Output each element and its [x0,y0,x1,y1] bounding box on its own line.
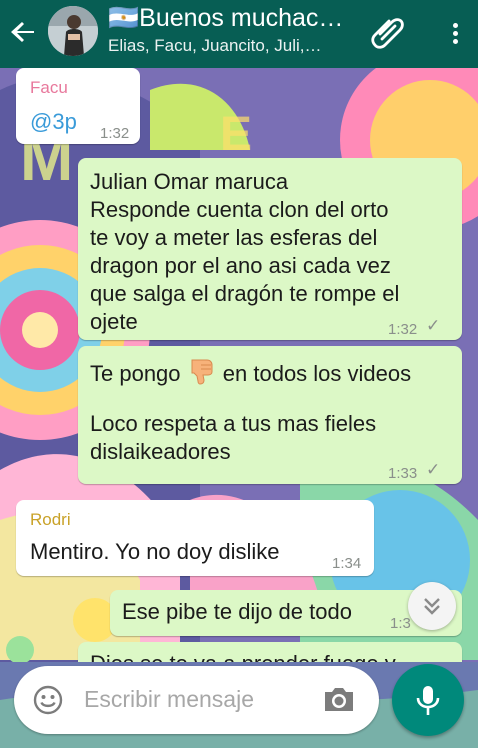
incoming-message[interactable]: Rodri Mentiro. Yo no doy dislike 1:34 [16,500,374,576]
message-composer[interactable]: Escribir mensaje [14,666,379,734]
message-line: que salga el dragón te rompe el [90,281,400,306]
sender-name: Facu [30,78,68,97]
message-line: ojete [90,309,138,334]
participants-list[interactable]: Elias, Facu, Juancito, Juli,… [108,36,322,56]
voice-message-button[interactable] [392,664,464,736]
outgoing-message[interactable]: Julian Omar maruca Responde cuenta clon … [78,158,462,340]
message-text: Te pongo en todos los videos Loco respet… [90,358,411,466]
message-text: Mentiro. Yo no doy dislike [30,539,280,564]
message-text: Julian Omar maruca Responde cuenta clon … [90,168,399,336]
message-time: 1:34 [332,555,362,572]
message-line: Te pongo en todos los videos [90,358,411,388]
message-time: 1:32 [388,321,418,338]
emoji-icon[interactable] [32,684,64,716]
chat-title[interactable]: 🇦🇷Buenos muchac… [108,3,343,33]
message-text: Ese pibe te dijo de todo [122,599,352,624]
message-line: Responde cuenta clon del orto [90,197,389,222]
camera-icon[interactable] [322,684,356,714]
thumbs-down-emoji-icon [191,359,213,385]
outgoing-message[interactable]: Dios se te va a prender fuego y [78,642,462,662]
message-line: te voy a meter las esferas del [90,225,378,250]
message-line: dislaikeadores [90,439,231,464]
outgoing-message[interactable]: Te pongo en todos los videos Loco respet… [78,346,462,484]
message-time: 1:32 [100,125,130,142]
argentina-flag-icon: 🇦🇷 [108,4,140,32]
message-time: 1:33 [388,465,418,482]
paperclip-icon[interactable] [368,12,408,52]
message-line: Loco respeta a tus mas fieles [90,411,377,436]
scroll-to-bottom-button[interactable] [408,582,456,630]
chat-header: 🇦🇷Buenos muchac… Elias, Facu, Juancito, … [0,0,478,68]
group-name: Buenos muchac… [139,4,344,32]
incoming-message[interactable]: Facu @3p 1:32 [16,68,140,144]
sender-name: Rodri [30,510,71,529]
group-avatar[interactable] [48,6,98,56]
more-options-icon[interactable] [446,15,466,51]
message-line: dragon por el ano asi cada vez [90,253,391,278]
microphone-icon [416,686,440,715]
message-line: Julian Omar maruca [90,169,289,194]
message-list[interactable]: Facu @3p 1:32 Julian Omar maruca Respond… [0,68,478,662]
message-text: Dios se te va a prender fuego y [90,650,396,662]
sent-check-icon: ✓ [426,460,441,479]
message-input[interactable]: Escribir mensaje [84,686,254,713]
double-chevron-down-icon [424,598,440,615]
mention-link[interactable]: @3p [30,108,77,136]
back-arrow-icon[interactable] [6,14,42,50]
sent-check-icon: ✓ [426,316,441,335]
